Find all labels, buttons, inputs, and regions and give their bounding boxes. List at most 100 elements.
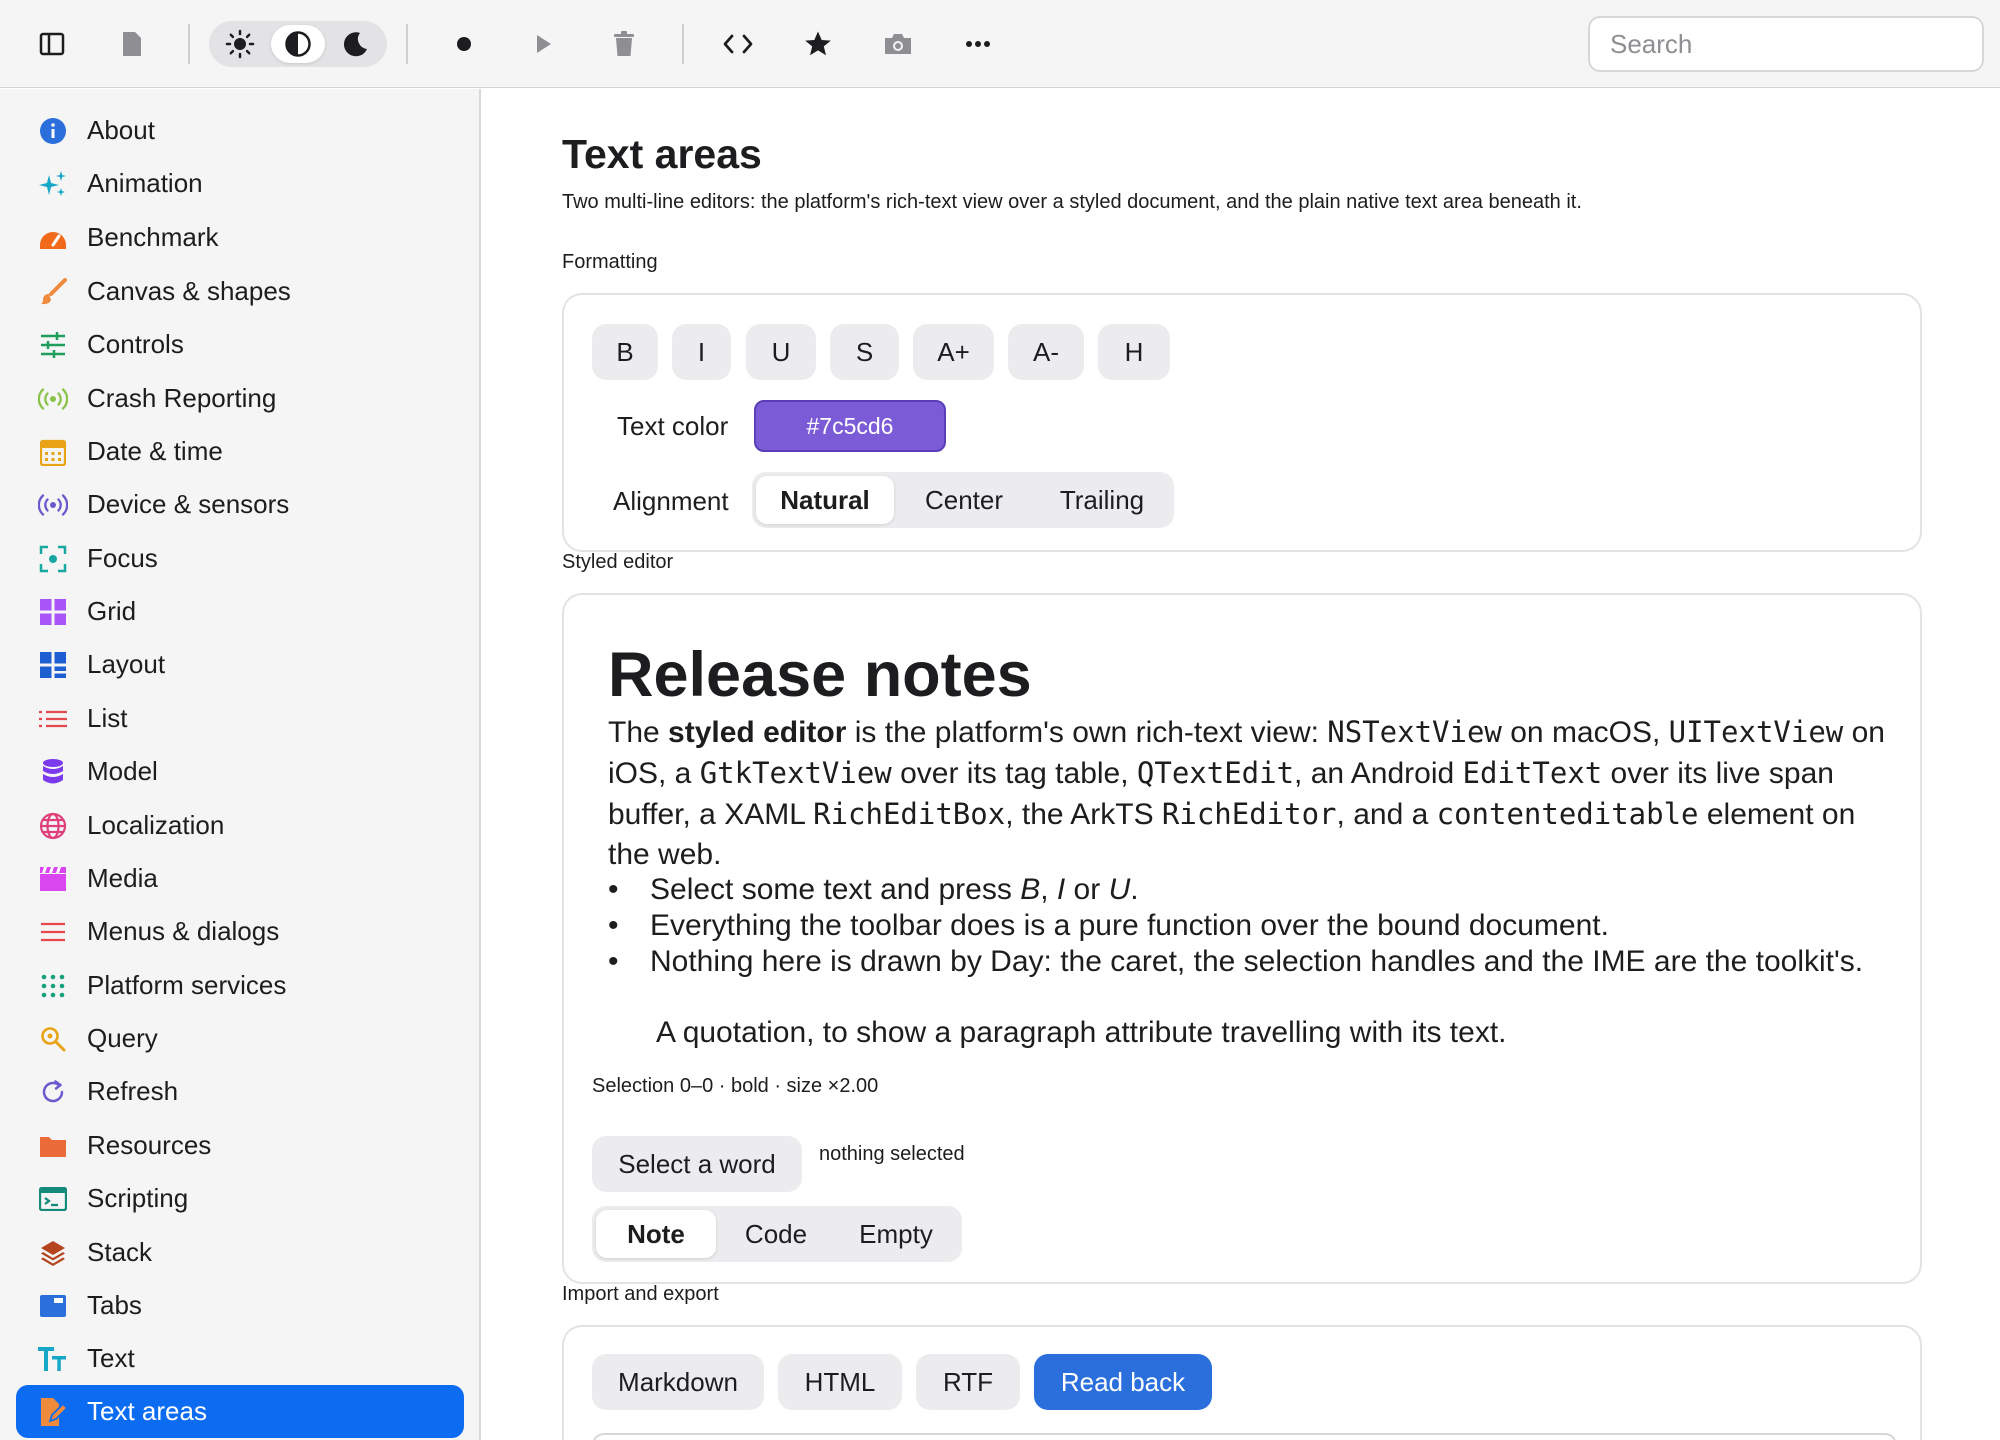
- styled-editor-card: Release notes The styled editor is the p…: [562, 593, 1922, 1284]
- formatting-card: B I U S A+ A- H Text color #7c5cd6 Align…: [562, 293, 1922, 552]
- content-empty[interactable]: Empty: [836, 1210, 956, 1258]
- editor-body[interactable]: The styled editor is the platform's own …: [608, 712, 1898, 875]
- increase-size-button[interactable]: A+: [913, 324, 994, 380]
- sidebar-item-scripting[interactable]: Scripting: [16, 1172, 464, 1225]
- main-content: Text areas Two multi-line editors: the p…: [483, 89, 2000, 1440]
- search-input[interactable]: [1588, 16, 1984, 72]
- sidebar-item-media[interactable]: Media: [16, 852, 464, 905]
- sidebar-item-device-sensors[interactable]: Device & sensors: [16, 478, 464, 531]
- sidebar-item-label: Layout: [87, 649, 166, 679]
- broadcast-icon: [16, 387, 86, 411]
- sidebar-item-label: About: [87, 115, 155, 145]
- code-icon[interactable]: [710, 16, 766, 72]
- strikethrough-button[interactable]: S: [830, 324, 899, 380]
- sidebar-item-label: List: [87, 703, 128, 733]
- alignment-center[interactable]: Center: [898, 476, 1030, 524]
- sidebar-item-about[interactable]: About: [16, 104, 464, 157]
- sidebar-item-label: Query: [87, 1023, 158, 1053]
- sidebar-item-focus[interactable]: Focus: [16, 532, 464, 585]
- rtf-button[interactable]: RTF: [916, 1354, 1020, 1410]
- moon-icon[interactable]: [329, 25, 383, 63]
- export-output-field[interactable]: [592, 1433, 1897, 1440]
- sidebar-item-layout[interactable]: Layout: [16, 638, 464, 691]
- play-icon[interactable]: [516, 16, 572, 72]
- globe-icon: [16, 812, 86, 840]
- menu-icon: [16, 922, 86, 942]
- sidebar-item-resources[interactable]: Resources: [16, 1119, 464, 1172]
- markdown-button[interactable]: Markdown: [592, 1354, 764, 1410]
- star-icon[interactable]: [790, 16, 846, 72]
- sidebar-item-platform-services[interactable]: Platform services: [16, 959, 464, 1012]
- sidebar-item-grid[interactable]: Grid: [16, 585, 464, 638]
- selection-info: Selection 0–0 · bold · size ×2.00: [592, 1075, 879, 1097]
- read-back-button[interactable]: Read back: [1034, 1354, 1212, 1410]
- clapper-icon: [16, 866, 86, 892]
- dots-grid-icon: [16, 974, 86, 998]
- text-color-button[interactable]: #7c5cd6: [754, 400, 946, 452]
- refresh-icon: [16, 1079, 86, 1105]
- sidebar-item-label: Menus & dialogs: [87, 916, 280, 946]
- sidebar-item-label: Controls: [87, 329, 184, 359]
- sidebar-item-list[interactable]: List: [16, 692, 464, 745]
- sidebar-item-label: Resources: [87, 1130, 212, 1160]
- italic-button[interactable]: I: [672, 324, 731, 380]
- select-word-button[interactable]: Select a word: [592, 1136, 802, 1192]
- trash-icon[interactable]: [596, 16, 652, 72]
- styled-editor-label: Styled editor: [562, 551, 674, 573]
- sidebar-item-query[interactable]: Query: [16, 1012, 464, 1065]
- toolbar-separator: [682, 24, 684, 64]
- text-icon: [16, 1346, 86, 1372]
- sidebar-item-localization[interactable]: Localization: [16, 799, 464, 852]
- sliders-icon: [16, 331, 86, 358]
- contrast-icon[interactable]: [271, 25, 325, 63]
- sidebar-toggle-icon[interactable]: [24, 16, 80, 72]
- bold-button[interactable]: B: [592, 324, 658, 380]
- sun-icon[interactable]: [213, 25, 267, 63]
- sidebar-item-model[interactable]: Model: [16, 745, 464, 798]
- alignment-trailing[interactable]: Trailing: [1034, 476, 1170, 524]
- sidebar-item-refresh[interactable]: Refresh: [16, 1065, 464, 1118]
- list-item: • Everything the toolbar does is a pure f…: [608, 909, 1609, 942]
- page-title: Text areas: [562, 131, 762, 177]
- underline-button[interactable]: U: [746, 324, 816, 380]
- page-subtitle: Two multi-line editors: the platform's r…: [562, 191, 1582, 213]
- sidebar-item-label: Animation: [87, 168, 203, 198]
- alignment-natural[interactable]: Natural: [756, 476, 894, 524]
- sidebar-item-controls[interactable]: Controls: [16, 318, 464, 371]
- sensor-icon: [16, 493, 86, 517]
- sidebar-item-label: Canvas & shapes: [87, 276, 291, 306]
- toolbar-separator: [406, 24, 408, 64]
- content-code[interactable]: Code: [716, 1210, 836, 1258]
- editor-bullet-list[interactable]: • Select some text and press B, I or U. •…: [608, 872, 1898, 980]
- sidebar-item-date-time[interactable]: Date & time: [16, 425, 464, 478]
- sidebar-item-tabs[interactable]: Tabs: [16, 1279, 464, 1332]
- heading-button[interactable]: H: [1098, 324, 1170, 380]
- tabs-icon: [16, 1294, 86, 1318]
- sidebar-item-canvas-shapes[interactable]: Canvas & shapes: [16, 265, 464, 318]
- record-icon[interactable]: [436, 16, 492, 72]
- sidebar-item-benchmark[interactable]: Benchmark: [16, 211, 464, 264]
- more-icon[interactable]: [950, 16, 1006, 72]
- sidebar-item-label: Localization: [87, 810, 225, 840]
- calendar-icon: [16, 438, 86, 466]
- edit-doc-icon: [16, 1397, 86, 1427]
- document-icon[interactable]: [104, 16, 160, 72]
- sidebar-item-crash-reporting[interactable]: Crash Reporting: [16, 372, 464, 425]
- sidebar-item-stack[interactable]: Stack: [16, 1226, 464, 1279]
- sidebar-item-label: Grid: [87, 596, 137, 626]
- sidebar: About Animation Benchmark Canvas & shape…: [0, 89, 481, 1440]
- selection-note: nothing selected: [819, 1143, 965, 1165]
- sidebar-item-label: Text: [87, 1343, 135, 1373]
- camera-icon[interactable]: [870, 16, 926, 72]
- database-icon: [16, 758, 86, 785]
- editor-heading[interactable]: Release notes: [608, 639, 1032, 711]
- sidebar-item-text-areas[interactable]: Text areas: [16, 1385, 464, 1438]
- sidebar-item-animation[interactable]: Animation: [16, 157, 464, 210]
- list-item: • Nothing here is drawn by Day: the caret…: [608, 945, 1864, 978]
- html-button[interactable]: HTML: [778, 1354, 902, 1410]
- content-note[interactable]: Note: [596, 1210, 716, 1258]
- decrease-size-button[interactable]: A-: [1008, 324, 1084, 380]
- sidebar-item-menus-dialogs[interactable]: Menus & dialogs: [16, 905, 464, 958]
- editor-quote[interactable]: A quotation, to show a paragraph attribu…: [656, 1016, 1507, 1050]
- sidebar-item-text[interactable]: Text: [16, 1332, 464, 1385]
